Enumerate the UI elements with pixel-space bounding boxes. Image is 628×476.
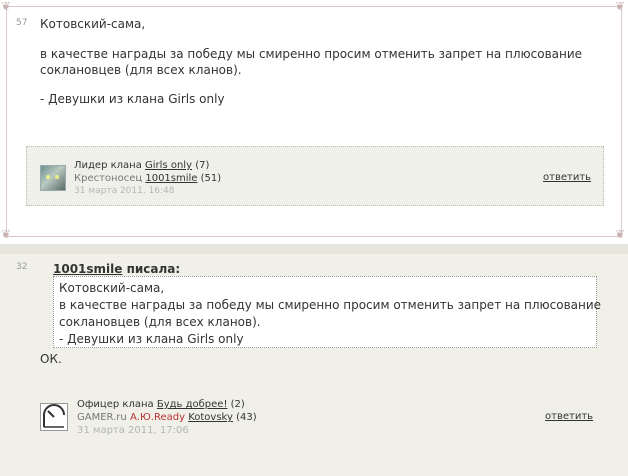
user-link[interactable]: Kotovsky xyxy=(188,412,233,423)
rank-label: Офицер клана xyxy=(77,399,154,410)
quote-line: в качестве награды за победу мы смиренно… xyxy=(59,298,602,312)
clan-link[interactable]: Girls only xyxy=(145,160,192,171)
quote-author-link[interactable]: 1001smile xyxy=(53,262,122,276)
clan-count: (7) xyxy=(195,160,210,171)
signature-user: Крестоносец 1001smile (51) xyxy=(74,172,221,185)
user-title: Крестоносец xyxy=(74,173,143,184)
site-rank: А.Ю.Ready xyxy=(129,412,185,423)
clock-icon xyxy=(43,404,65,428)
reply-link[interactable]: ответить xyxy=(543,172,591,183)
signature-box: Лидер клана Girls only (7) Крестоносец 1… xyxy=(26,146,604,206)
user-count: (51) xyxy=(200,173,222,184)
post-divider xyxy=(0,244,628,254)
corner-ornament-icon: ❦ xyxy=(614,0,626,13)
post-57: ❦ ❦ ❦ ❦ 57 Котовский-сама, в качестве на… xyxy=(0,0,628,244)
corner-ornament-icon: ❦ xyxy=(614,227,626,241)
eye-icon xyxy=(55,175,59,179)
signature-rank: Офицер клана Будь добрее! (2) xyxy=(77,398,245,411)
site-label: GAMER.ru xyxy=(77,412,127,423)
quote-header: 1001smile писала: xyxy=(53,262,180,276)
quote-line: Котовский-сама, xyxy=(59,281,165,295)
avatar[interactable] xyxy=(40,403,68,431)
user-link[interactable]: 1001smile xyxy=(145,173,197,184)
message-text: ОК. xyxy=(40,352,62,366)
corner-ornament-icon: ❦ xyxy=(0,227,12,241)
reply-link[interactable]: ответить xyxy=(545,411,593,422)
frame-bottom xyxy=(6,236,622,237)
avatar[interactable] xyxy=(40,165,66,191)
quote-box: Котовский-сама, в качестве награды за по… xyxy=(53,276,601,348)
quote-line: сoклановцев (для всех кланов). xyxy=(59,315,261,329)
frame-right xyxy=(621,6,622,237)
rank-label: Лидер клана xyxy=(74,160,142,171)
user-count: (43) xyxy=(236,412,257,423)
frame-top xyxy=(6,6,622,7)
quote-line: - Девушки из клана Girls only xyxy=(59,332,244,346)
message-line: сoклановцев (для всех кланов). xyxy=(40,63,242,77)
quote-suffix: писала: xyxy=(126,262,181,276)
eye-icon xyxy=(46,175,50,179)
message-line: в качестве награды за победу мы смиренно… xyxy=(40,47,583,61)
post-date: 31 марта 2011, 16:48 xyxy=(74,186,175,196)
post-number: 32 xyxy=(16,262,28,272)
frame-left xyxy=(6,6,7,237)
message-line: Котовский-сама, xyxy=(40,17,146,31)
clan-count: (2) xyxy=(230,399,245,410)
signature-rank: Лидер клана Girls only (7) xyxy=(74,159,209,172)
clan-link[interactable]: Будь добрее! xyxy=(157,399,228,410)
post-date: 31 марта 2011, 17:06 xyxy=(77,425,189,436)
post-number: 57 xyxy=(16,18,28,28)
corner-ornament-icon: ❦ xyxy=(0,0,12,13)
message-line: - Девушки из клана Girls only xyxy=(40,92,225,106)
signature-user: GAMER.ru А.Ю.Ready Kotovsky (43) xyxy=(77,411,257,424)
